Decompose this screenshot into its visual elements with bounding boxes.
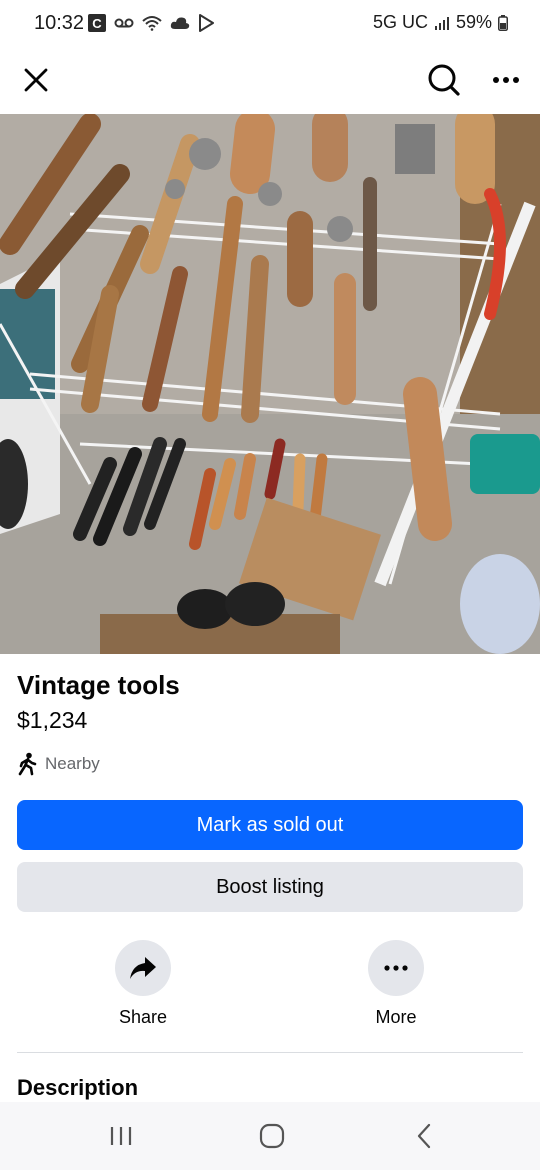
share-button[interactable] xyxy=(115,940,171,996)
signal-icon xyxy=(434,16,449,30)
recent-apps-icon xyxy=(110,1127,132,1145)
share-arrow-icon xyxy=(130,957,156,979)
more-horizontal-icon xyxy=(384,965,408,971)
voicemail-icon xyxy=(114,18,134,28)
listing-title: Vintage tools xyxy=(17,670,180,700)
system-nav-bar xyxy=(0,1102,540,1170)
share-action[interactable]: Share xyxy=(83,940,203,1028)
location-label: Nearby xyxy=(45,754,100,773)
status-bar: 10:32 C 5G UC 59% xyxy=(0,0,540,48)
more-action[interactable]: More xyxy=(336,940,456,1028)
status-time: 10:32 xyxy=(34,12,85,34)
status-notification-icons: C xyxy=(88,14,214,32)
network-label: 5G UC xyxy=(372,12,428,32)
boost-listing-button[interactable]: Boost listing xyxy=(17,862,523,912)
status-right: 5G UC 59% xyxy=(373,12,508,33)
close-icon xyxy=(24,68,48,92)
walking-person-icon xyxy=(18,752,37,776)
more-button[interactable] xyxy=(368,940,424,996)
section-divider xyxy=(17,1052,523,1053)
svg-text:C: C xyxy=(92,16,102,31)
search-icon xyxy=(428,64,460,96)
wifi-icon xyxy=(142,16,162,31)
recent-apps-button[interactable] xyxy=(91,1118,151,1154)
play-store-icon xyxy=(199,14,214,32)
more-options-button[interactable] xyxy=(486,60,526,100)
more-horizontal-icon xyxy=(493,77,519,83)
home-icon xyxy=(259,1123,285,1149)
cloud-icon xyxy=(170,17,190,29)
more-label: More xyxy=(375,1007,417,1027)
home-button[interactable] xyxy=(242,1118,302,1154)
top-bar xyxy=(0,48,540,114)
back-icon xyxy=(417,1123,431,1149)
listing-price: $1,234 xyxy=(17,707,88,733)
back-button[interactable] xyxy=(394,1118,454,1154)
mark-as-sold-out-button[interactable]: Mark as sold out xyxy=(17,800,523,850)
location-row: Nearby xyxy=(17,752,100,776)
listing-photo[interactable] xyxy=(0,114,540,654)
search-button[interactable] xyxy=(422,58,466,102)
c-app-icon: C xyxy=(88,14,106,32)
close-button[interactable] xyxy=(16,60,56,100)
share-label: Share xyxy=(118,1007,168,1027)
battery-percent: 59% xyxy=(455,12,492,32)
listing-photo-image xyxy=(0,114,540,654)
description-heading: Description xyxy=(17,1075,139,1100)
battery-icon xyxy=(498,14,508,31)
